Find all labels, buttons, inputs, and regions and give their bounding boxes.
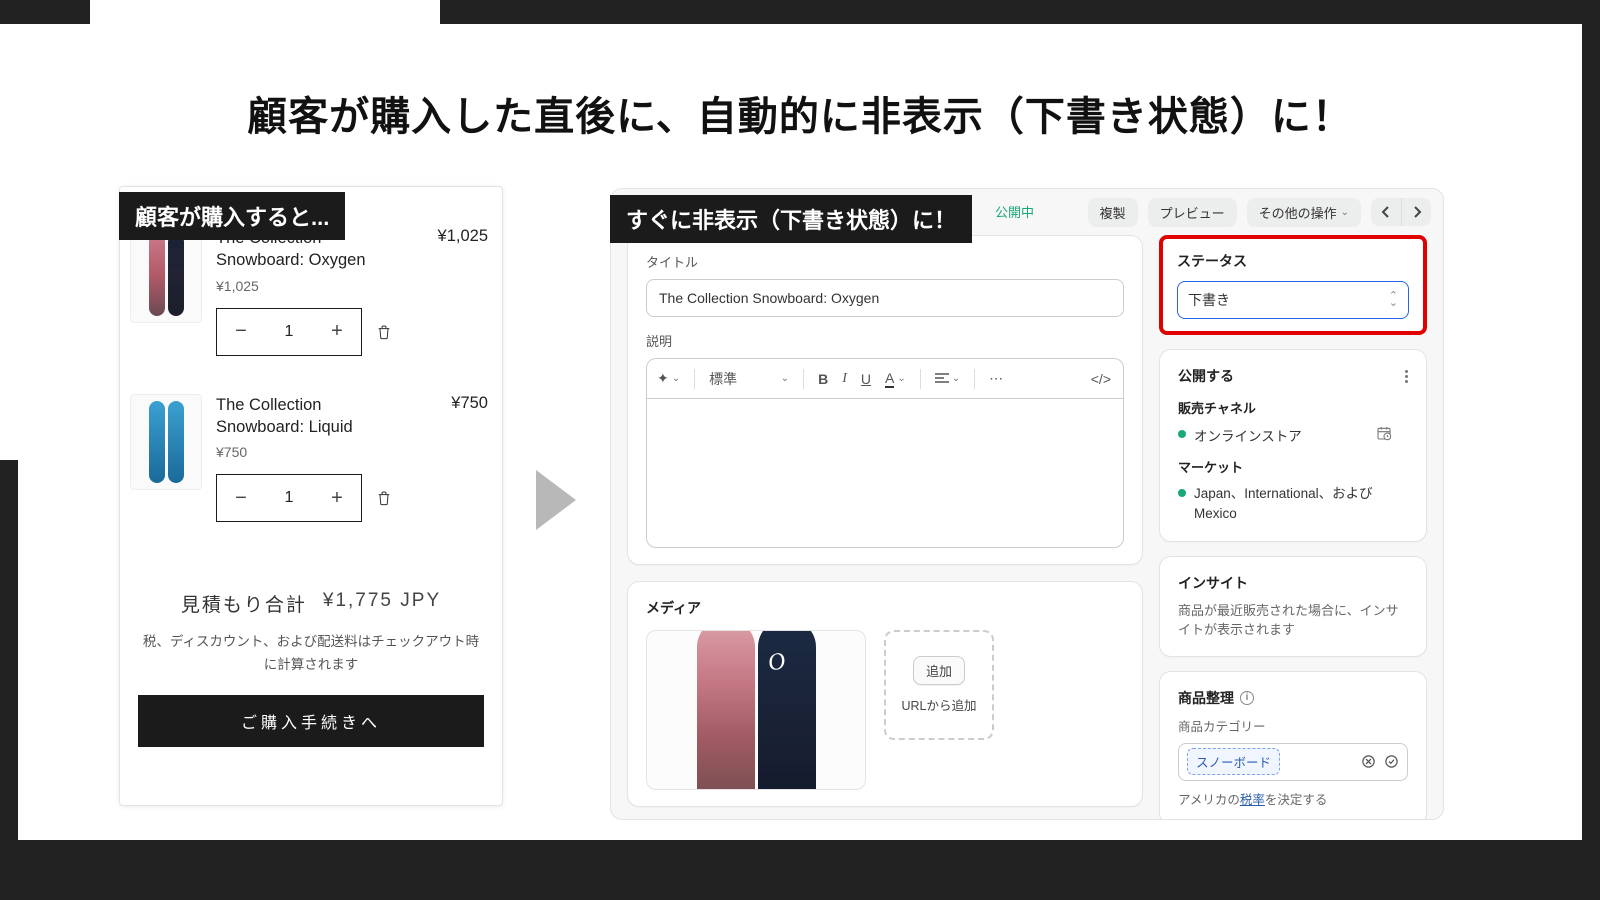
title-input[interactable] — [646, 279, 1124, 317]
qty-increase-button[interactable]: + — [313, 309, 361, 355]
category-select[interactable]: スノーボード — [1178, 743, 1408, 781]
title-label: タイトル — [646, 252, 1124, 271]
cart-item-title: The Collection Snowboard: Liquid — [216, 394, 404, 439]
checkout-button[interactable]: ご購入手続きへ — [138, 695, 484, 747]
rte-toolbar: ✦ ⌄ 標準⌄ B I U A ⌄ ⌄ ⋯ </> — [646, 358, 1124, 398]
tax-note: 税、ディスカウント、および配送料はチェックアウト時に計算されます — [138, 631, 484, 677]
description-editor[interactable] — [646, 398, 1124, 548]
media-label: メディア — [646, 598, 1124, 618]
trash-icon[interactable] — [376, 489, 392, 507]
markets-value: Japan、International、およびMexico — [1194, 484, 1408, 525]
category-tag: スノーボード — [1187, 748, 1280, 775]
quantity-stepper: − 1 + — [216, 474, 362, 522]
text-color-button[interactable]: A ⌄ — [885, 370, 906, 388]
status-dot-icon — [1178, 489, 1186, 497]
product-thumb — [130, 394, 202, 490]
ai-button[interactable]: ✦ ⌄ — [657, 370, 680, 387]
paragraph-style-select[interactable]: 標準⌄ — [709, 369, 789, 389]
cart-item-unit-price: ¥750 — [216, 444, 404, 460]
organize-heading: 商品整理 — [1178, 688, 1234, 708]
cart-item: The Collection Snowboard: Liquid ¥750 − … — [120, 380, 502, 529]
more-icon[interactable] — [1405, 370, 1408, 383]
duplicate-button[interactable]: 複製 — [1088, 198, 1138, 227]
status-select[interactable]: 下書き ⌃⌄ — [1177, 281, 1409, 319]
media-card: メディア O 追加 URLから追加 — [627, 581, 1143, 807]
check-icon[interactable] — [1384, 754, 1399, 769]
organize-card: 商品整理 i 商品カテゴリー スノーボード — [1159, 671, 1427, 821]
align-button[interactable]: ⌄ — [935, 373, 960, 385]
code-view-button[interactable]: </> — [1091, 371, 1111, 387]
cart-panel: The Collection Snowboard: Oxygen ¥1,025 … — [119, 186, 503, 806]
status-label: ステータス — [1177, 251, 1409, 271]
chevron-down-icon: ⌄ — [1341, 207, 1349, 218]
title-card: タイトル 説明 ✦ ⌄ 標準⌄ B I U A ⌄ ⌄ — [627, 235, 1143, 565]
schedule-icon[interactable] — [1376, 425, 1392, 441]
cart-badge: 顧客が購入すると... — [119, 192, 345, 240]
publish-card: 公開する 販売チャネル オンラインストア マーケット Japan、Interna… — [1159, 349, 1427, 542]
insight-text: 商品が最近販売された場合に、インサイトが表示されます — [1178, 601, 1408, 640]
status-badge-live: 公開中 — [995, 202, 1034, 221]
select-caret-icon: ⌃⌄ — [1389, 293, 1398, 306]
italic-button[interactable]: I — [842, 371, 847, 387]
more-actions-button[interactable]: その他の操作⌄ — [1247, 198, 1361, 227]
estimate-label: 見積もり合計 — [181, 590, 307, 617]
qty-value: 1 — [265, 475, 313, 521]
underline-button[interactable]: U — [861, 371, 871, 387]
media-add-button[interactable]: 追加 — [913, 656, 965, 685]
slide-title: 顧客が購入した直後に、自動的に非表示（下書き状態）に！ — [0, 84, 1600, 142]
admin-badge: すぐに非表示（下書き状態）に！ — [610, 195, 972, 243]
cart-item-unit-price: ¥1,025 — [216, 278, 404, 294]
product-thumb — [130, 227, 202, 323]
bold-button[interactable]: B — [818, 371, 828, 387]
category-label: 商品カテゴリー — [1178, 716, 1408, 735]
more-tools-button[interactable]: ⋯ — [989, 370, 1003, 387]
preview-button[interactable]: プレビュー — [1148, 198, 1237, 227]
tax-note: アメリカの税率を決定する — [1178, 789, 1408, 808]
qty-decrease-button[interactable]: − — [217, 475, 265, 521]
cart-item-line-price: ¥1,025 — [418, 227, 488, 356]
qty-increase-button[interactable]: + — [313, 475, 361, 521]
next-product-button[interactable] — [1401, 198, 1431, 226]
markets-label: マーケット — [1178, 457, 1408, 476]
media-add-url-link[interactable]: URLから追加 — [901, 695, 976, 714]
trash-icon[interactable] — [376, 323, 392, 341]
info-icon[interactable]: i — [1240, 691, 1254, 705]
description-label: 説明 — [646, 331, 1124, 350]
status-value: 下書き — [1188, 290, 1230, 310]
channel-name: オンラインストア — [1194, 425, 1302, 445]
status-card: ステータス 下書き ⌃⌄ — [1159, 235, 1427, 335]
admin-panel: 公開中 複製 プレビュー その他の操作⌄ タイトル 説明 ✦ ⌄ — [610, 188, 1444, 820]
clear-icon[interactable] — [1361, 754, 1376, 769]
cart-item-line-price: ¥750 — [418, 394, 488, 523]
quantity-stepper: − 1 + — [216, 308, 362, 356]
qty-decrease-button[interactable]: − — [217, 309, 265, 355]
status-dot-icon — [1178, 430, 1186, 438]
media-thumbnail[interactable]: O — [646, 630, 866, 790]
tax-rate-link[interactable]: 税率 — [1240, 793, 1265, 807]
publish-heading: 公開する — [1178, 366, 1234, 386]
insight-heading: インサイト — [1178, 573, 1408, 593]
insight-card: インサイト 商品が最近販売された場合に、インサイトが表示されます — [1159, 556, 1427, 657]
estimate-amount: ¥1,775 JPY — [323, 590, 441, 617]
prev-product-button[interactable] — [1371, 198, 1401, 226]
channels-label: 販売チャネル — [1178, 398, 1408, 417]
media-add-zone[interactable]: 追加 URLから追加 — [884, 630, 994, 740]
arrow-icon — [536, 470, 576, 530]
qty-value: 1 — [265, 309, 313, 355]
